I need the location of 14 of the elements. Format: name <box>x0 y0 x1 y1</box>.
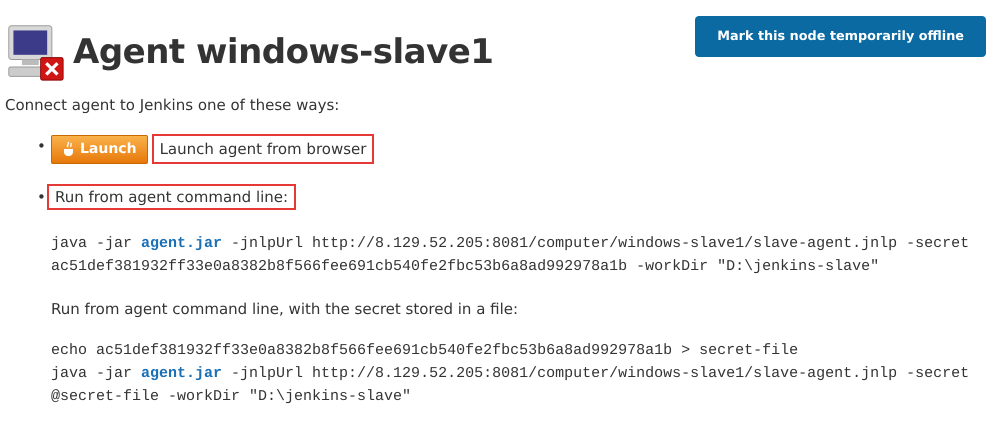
code-line: java -jar agent.jar -jnlpUrl http://8.129.52.205:8081/computer/windows-slave1/slave-agent.jnlp -secret <box>51 364 970 384</box>
coffee-cup-icon <box>62 141 76 157</box>
agent-jar-link[interactable]: agent.jar <box>141 235 222 252</box>
page-title: Agent windows-slave1 <box>73 32 494 72</box>
bullet: • <box>36 186 47 208</box>
code-line: echo ac51def381932ff33e0a8382b8f566fee691cb540fe2fbc53b6a8ad992978a1b > secret-file <box>51 340 800 360</box>
code-line: java -jar agent.jar -jnlpUrl http://8.129.52.205:8081/computer/windows-slave1/slave-agent.jnlp -secret <box>51 234 970 254</box>
secret-file-label: Run from agent command line, with the secret stored in a file: <box>51 299 520 320</box>
code-line: @secret-file -workDir "D:\jenkins-slave" <box>51 386 412 406</box>
offline-button[interactable]: Mark this node temporarily offline <box>695 16 986 58</box>
agent-jar-link[interactable]: agent.jar <box>141 364 222 382</box>
code-line: ac51def381932ff33e0a8382b8f566fee691cb540fe2fbc53b6a8ad992978a1b -workDir "D:\jenkins-slave" <box>51 257 880 277</box>
intro-text: Connect agent to Jenkins one of these ways: <box>5 95 340 116</box>
bullet: • <box>36 136 47 156</box>
